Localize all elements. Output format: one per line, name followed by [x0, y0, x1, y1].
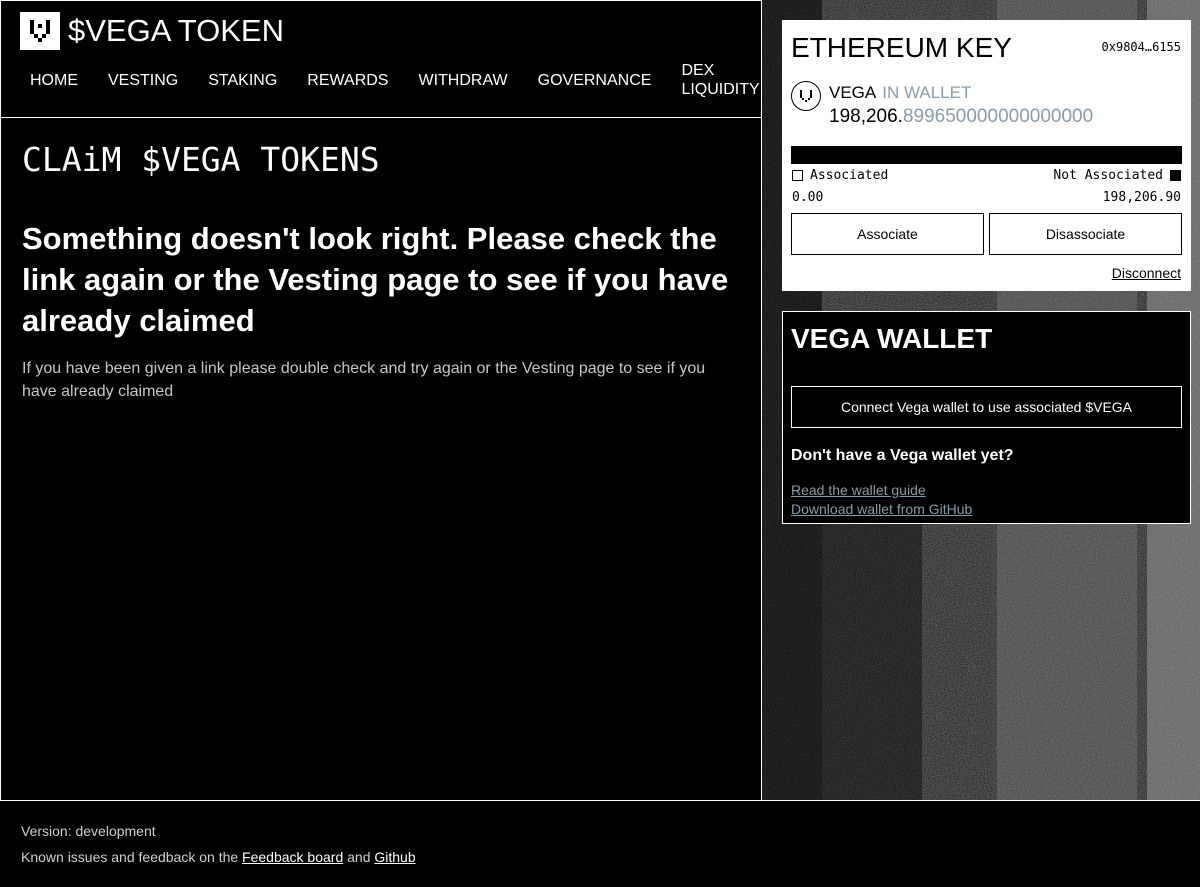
- ethereum-key-title: ETHEREUM KEY: [791, 32, 1012, 63]
- feedback-board-link[interactable]: Feedback board: [242, 849, 343, 865]
- nav-withdraw[interactable]: WITHDRAW: [403, 71, 522, 90]
- not-associated-label: Not Associated: [1053, 168, 1163, 183]
- in-wallet-label: IN WALLET: [882, 83, 972, 102]
- page-title: CLAiM $VEGA TOKENS: [22, 140, 380, 179]
- associated-label: Associated: [810, 168, 889, 183]
- download-wallet-link[interactable]: Download wallet from GitHub: [791, 501, 972, 517]
- error-heading: Something doesn't look right. Please che…: [22, 221, 729, 338]
- association-bar: [791, 146, 1182, 164]
- main-nav: HOME VESTING STAKING REWARDS WITHDRAW GO…: [15, 61, 766, 99]
- vega-token-icon: [791, 81, 821, 111]
- balance-integer: 198,206.: [829, 106, 903, 127]
- ethereum-key-card: ETHEREUM KEY 0x9804…6155 VEGA IN WALLET 1…: [782, 20, 1191, 291]
- associated-square-icon: [792, 170, 803, 181]
- wallet-guide-link[interactable]: Read the wallet guide: [791, 482, 926, 498]
- disassociate-button[interactable]: Disassociate: [989, 213, 1182, 255]
- disconnect-link[interactable]: Disconnect: [1112, 265, 1181, 281]
- vega-logo-icon: [20, 12, 60, 50]
- associated-legend: Associated: [792, 168, 888, 183]
- balance-decimals: 899650000000000000: [902, 106, 1094, 127]
- associate-button[interactable]: Associate: [791, 213, 984, 255]
- version-text: Version: development: [21, 823, 156, 839]
- nav-home[interactable]: HOME: [15, 71, 93, 90]
- token-balance: 198,206.899650000000000000: [829, 106, 1093, 128]
- not-associated-value: 198,206.90: [1102, 190, 1181, 205]
- nav-rewards[interactable]: REWARDS: [292, 71, 403, 90]
- feedback-and: and: [347, 849, 371, 865]
- main-content: CLAiM $VEGA TOKENS Something doesn't loo…: [1, 118, 761, 403]
- token-name: VEGA: [829, 83, 877, 102]
- main-column: $VEGA TOKEN HOME VESTING STAKING REWARDS…: [0, 0, 762, 801]
- nav-vesting[interactable]: VESTING: [93, 71, 193, 90]
- brand-title: $VEGA TOKEN: [68, 13, 284, 48]
- vega-wallet-title: VEGA WALLET: [791, 323, 993, 354]
- associated-value: 0.00: [792, 190, 824, 205]
- page: $VEGA TOKEN HOME VESTING STAKING REWARDS…: [0, 0, 1200, 887]
- brand[interactable]: $VEGA TOKEN: [20, 12, 284, 50]
- vega-wallet-card: VEGA WALLET Connect Vega wallet to use a…: [782, 311, 1191, 524]
- token-wallet-label: VEGA IN WALLET: [829, 83, 971, 103]
- header: $VEGA TOKEN HOME VESTING STAKING REWARDS…: [1, 1, 761, 118]
- nav-staking[interactable]: STAKING: [193, 71, 292, 90]
- feedback-prefix: Known issues and feedback on the: [21, 849, 239, 865]
- github-link[interactable]: Github: [374, 849, 415, 865]
- nav-dex-liquidity[interactable]: DEX LIQUIDITY: [666, 61, 766, 99]
- error-description: If you have been given a link please dou…: [22, 360, 706, 400]
- connect-vega-wallet-button[interactable]: Connect Vega wallet to use associated $V…: [791, 386, 1182, 428]
- feedback-text: Known issues and feedback on the Feedbac…: [21, 849, 416, 865]
- ethereum-address: 0x9804…6155: [1101, 40, 1181, 54]
- footer: Version: development Known issues and fe…: [0, 800, 1200, 887]
- not-associated-square-icon: [1170, 170, 1181, 181]
- not-associated-legend: Not Associated: [1053, 168, 1181, 183]
- nav-governance[interactable]: GOVERNANCE: [523, 71, 667, 90]
- no-wallet-heading: Don't have a Vega wallet yet?: [791, 447, 1014, 464]
